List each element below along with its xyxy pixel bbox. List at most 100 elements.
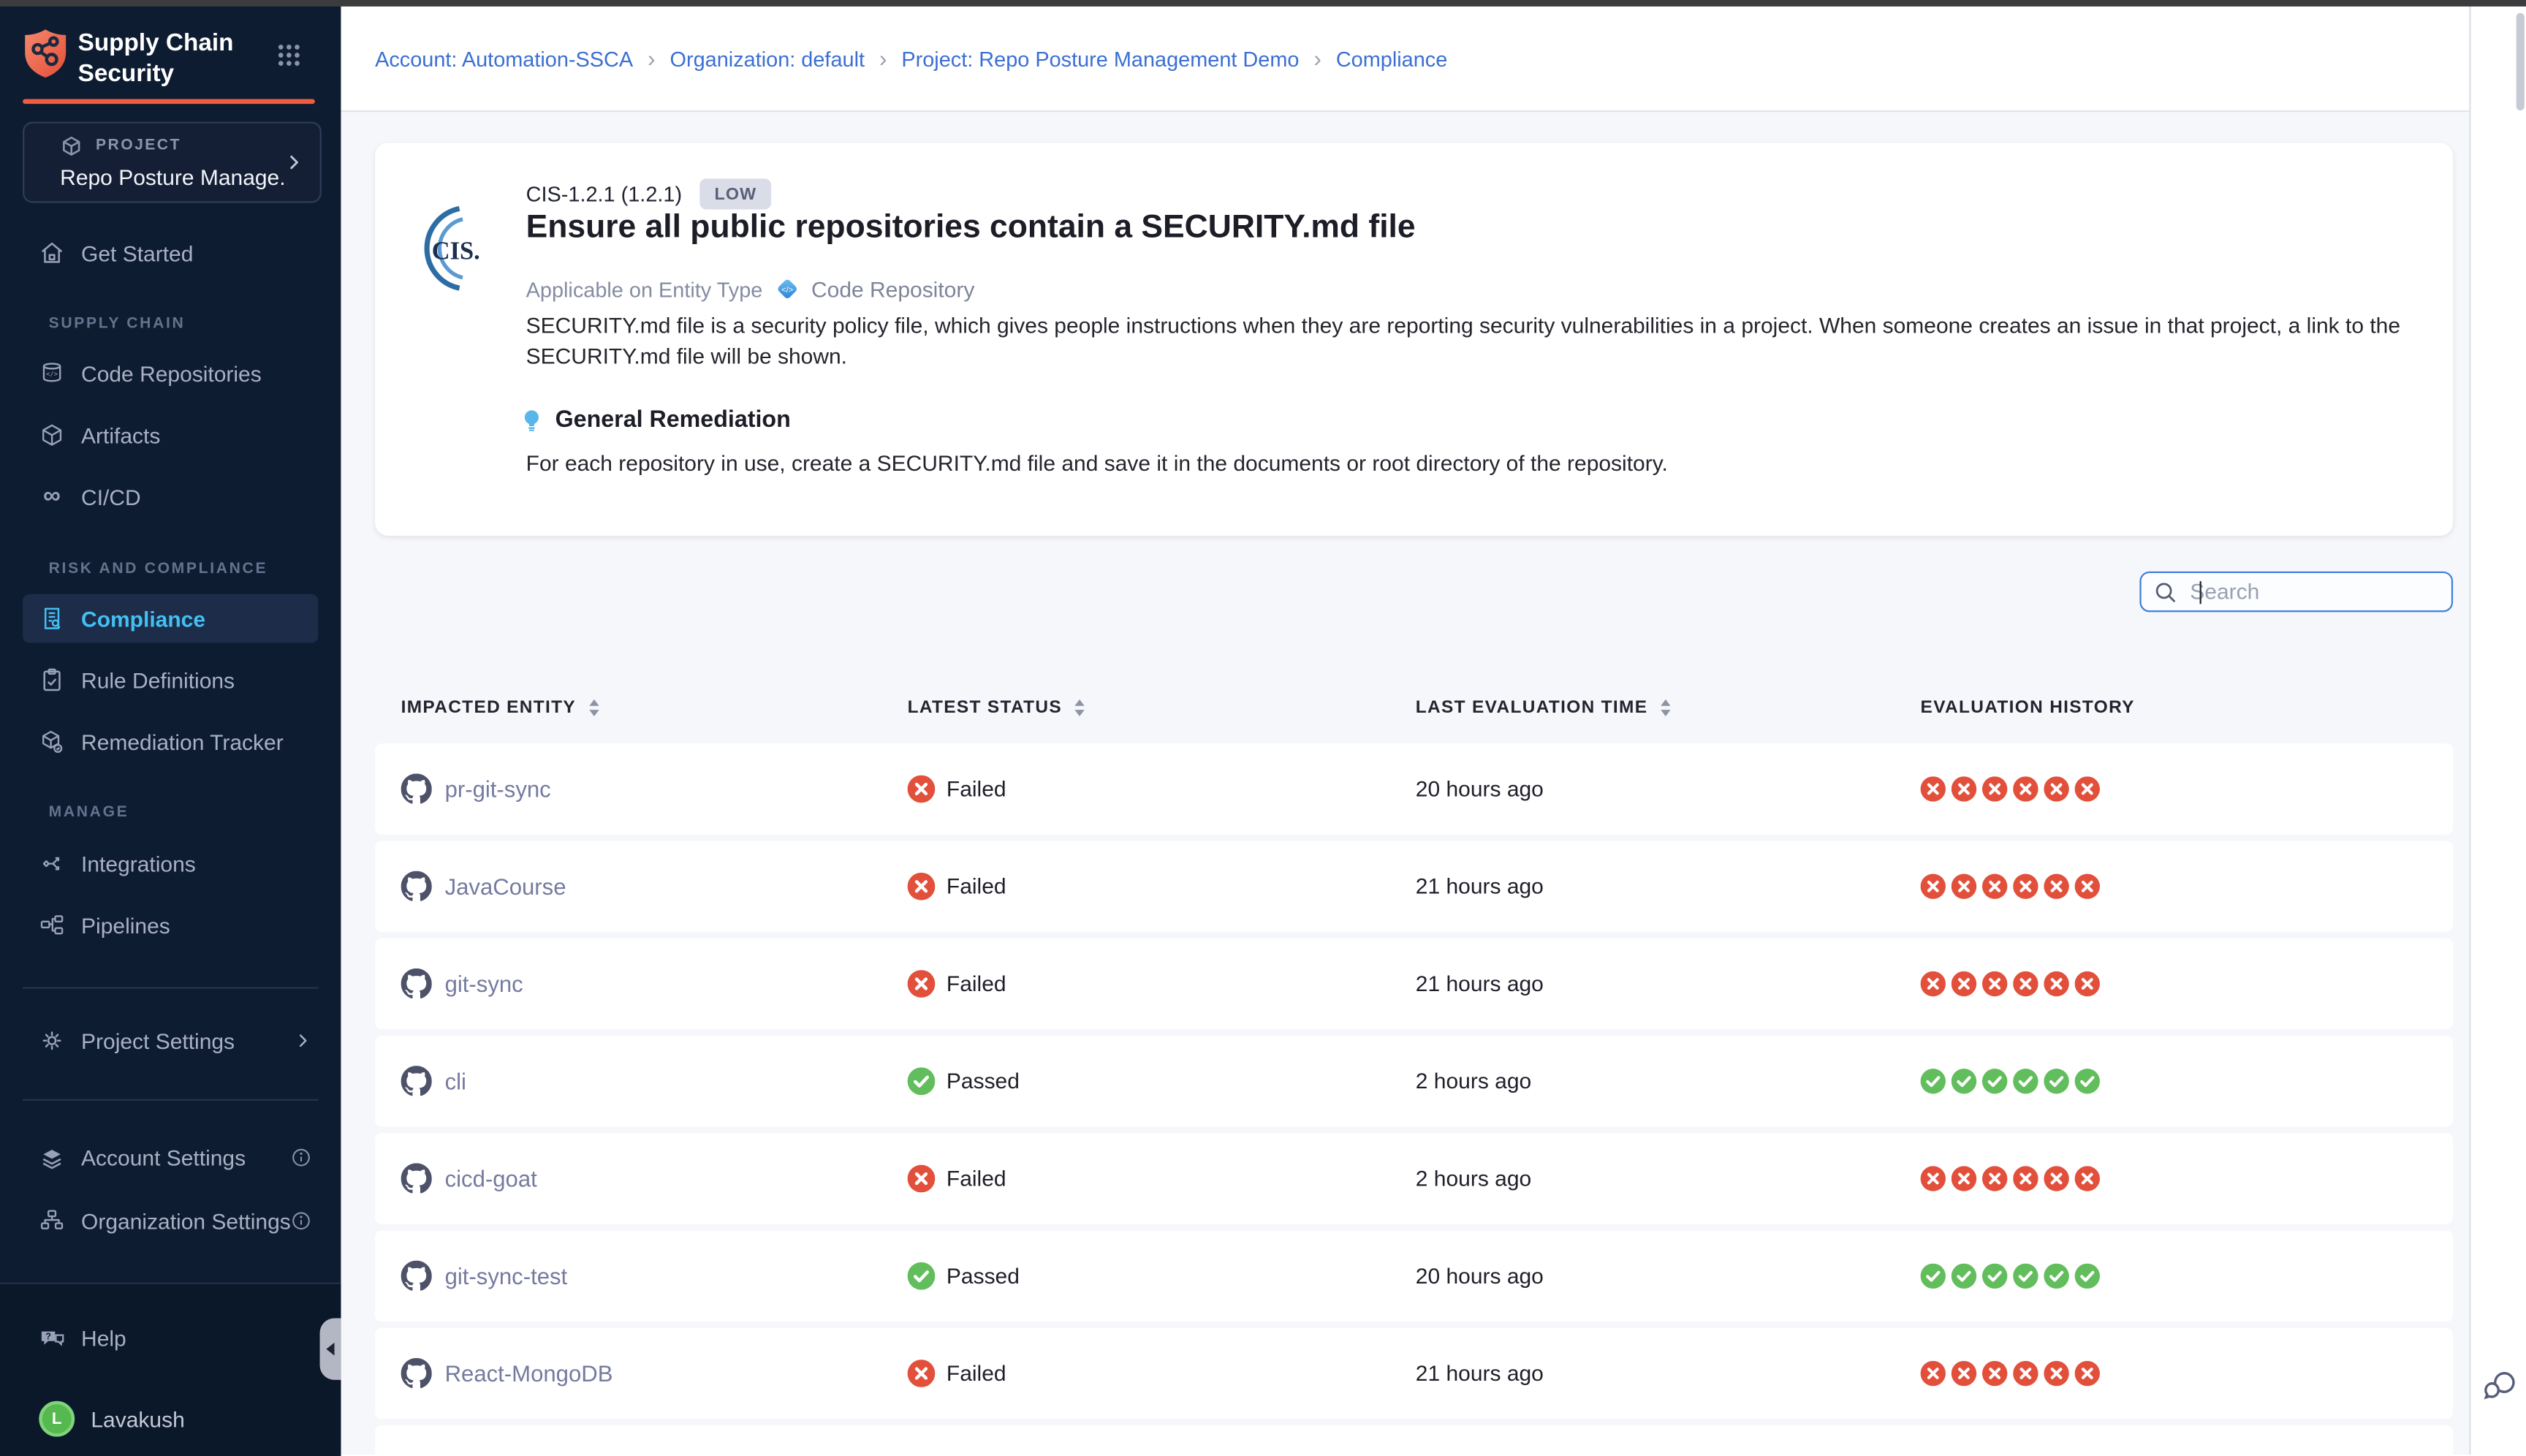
history-passed-icon <box>1952 1264 1976 1289</box>
project-selector[interactable]: PROJECT Repo Posture Manage... <box>23 122 322 203</box>
user-avatar: L <box>39 1401 75 1437</box>
github-icon <box>401 871 432 902</box>
sidebar-item-cicd[interactable]: ∞ CI/CD <box>0 472 341 521</box>
github-icon <box>401 1261 432 1292</box>
history-failed-icon <box>2013 776 2038 801</box>
sidebar-item-integrations[interactable]: Integrations <box>0 839 341 888</box>
sidebar-item-organization-settings[interactable]: Organization Settings <box>0 1197 341 1245</box>
sidebar-item-artifacts[interactable]: Artifacts <box>0 411 341 460</box>
breadcrumb-separator: › <box>879 45 887 72</box>
history-failed-icon <box>1982 1166 2007 1191</box>
sidebar-item-get-started[interactable]: Get Started <box>0 229 341 278</box>
history-passed-icon <box>2013 1069 2038 1093</box>
sidebar-footer: ? Help L Lavakush <box>0 1283 341 1456</box>
breadcrumb-compliance-link[interactable]: Compliance <box>1336 46 1447 70</box>
entity-link[interactable]: cli <box>445 1068 466 1094</box>
rule-detail-card: CIS. CIS-1.2.1 (1.2.1) LOW Ensure all pu… <box>375 143 2453 536</box>
sidebar-item-remediation-tracker[interactable]: Remediation Tracker <box>0 718 341 767</box>
entity-link[interactable]: cicd-goat <box>445 1166 537 1192</box>
history-failed-icon <box>2075 874 2100 899</box>
sidebar-item-code-repositories[interactable]: </> Code Repositories <box>0 349 341 398</box>
evaluation-time: 20 hours ago <box>1416 1264 1544 1288</box>
sidebar-section-risk-and-compliance: RISK AND COMPLIANCE <box>49 560 268 577</box>
table-row[interactable]: git-sync-test Passed 20 hours ago <box>375 1231 2453 1322</box>
breadcrumb-organization-link[interactable]: Organization: default <box>670 46 865 70</box>
sidebar-item-pipelines[interactable]: Pipelines <box>0 901 341 950</box>
sidebar: Supply ChainSecurity PROJECT Repo Postur… <box>0 0 341 1455</box>
artifacts-cube-icon <box>39 422 65 448</box>
code-repository-icon: </> <box>39 360 65 387</box>
entity-type-diamond-icon: </> <box>774 276 800 303</box>
app-logo-shield-icon <box>23 28 68 80</box>
table-row[interactable]: git-sync Failed 21 hours ago <box>375 939 2453 1029</box>
breadcrumb-project-link[interactable]: Project: Repo Posture Management Demo <box>901 46 1299 70</box>
table-row[interactable]: JavaCourse Failed 21 hours ago <box>375 841 2453 932</box>
evaluation-history <box>1921 1166 2100 1191</box>
github-icon <box>401 773 432 804</box>
search-box <box>2139 572 2453 613</box>
evaluation-history <box>1921 1361 2100 1386</box>
info-icon[interactable] <box>291 1210 312 1232</box>
info-icon[interactable] <box>291 1147 312 1168</box>
table-row[interactable]: pr-git-sync Failed 20 hours ago <box>375 743 2453 834</box>
sidebar-collapse-handle[interactable] <box>320 1319 341 1380</box>
sort-button[interactable] <box>588 698 601 718</box>
history-failed-icon <box>1982 1361 2007 1386</box>
history-failed-icon <box>1982 776 2007 801</box>
gear-icon <box>39 1028 65 1054</box>
sidebar-item-label: Rule Definitions <box>81 668 235 692</box>
screen: Supply ChainSecurity PROJECT Repo Postur… <box>0 0 2526 1455</box>
github-icon <box>401 1358 432 1389</box>
search-input[interactable] <box>2187 578 2421 606</box>
sidebar-item-compliance[interactable]: Compliance <box>23 594 318 643</box>
evaluation-time: 2 hours ago <box>1416 1167 1531 1191</box>
sort-arrows-icon <box>1074 698 1087 718</box>
entity-link[interactable]: git-sync <box>445 971 523 997</box>
sort-button[interactable] <box>1659 698 1672 718</box>
breadcrumb-account-link[interactable]: Account: Automation-SSCA <box>375 46 633 70</box>
github-icon <box>401 1163 432 1194</box>
evaluation-history <box>1921 874 2100 899</box>
integrations-icon <box>39 851 65 877</box>
history-failed-icon <box>1921 1166 1946 1191</box>
user-menu[interactable]: L Lavakush <box>0 1395 341 1444</box>
evaluation-history <box>1921 971 2100 996</box>
history-passed-icon <box>1952 1069 1976 1093</box>
rule-id: CIS-1.2.1 (1.2.1) <box>526 182 682 206</box>
app-grid-icon[interactable] <box>276 42 303 69</box>
entity-link[interactable]: pr-git-sync <box>445 776 551 803</box>
sort-button[interactable] <box>1074 698 1087 718</box>
status-passed-icon <box>908 1262 936 1290</box>
svg-text:</>: </> <box>46 371 58 379</box>
entity-link[interactable]: git-sync-test <box>445 1263 568 1289</box>
remediation-title: General Remediation <box>555 407 791 433</box>
project-cube-icon <box>60 134 83 157</box>
history-failed-icon <box>1952 776 1976 801</box>
lightbulb-icon <box>521 407 542 433</box>
scrollbar-thumb[interactable] <box>2516 13 2524 110</box>
history-failed-icon <box>2044 971 2068 996</box>
breadcrumb-bar: Account: Automation-SSCA › Organization:… <box>341 7 2469 112</box>
rule-title: Ensure all public repositories contain a… <box>526 210 1416 247</box>
table-row[interactable]: cli Passed 2 hours ago <box>375 1036 2453 1126</box>
status-label: Passed <box>947 1264 1020 1288</box>
history-failed-icon <box>2013 874 2038 899</box>
history-failed-icon <box>2044 1361 2068 1386</box>
table-row[interactable]: cicd-goat Failed 2 hours ago <box>375 1133 2453 1224</box>
sidebar-item-rule-definitions[interactable]: Rule Definitions <box>0 656 341 705</box>
column-header-evaluation-history: EVALUATION HISTORY <box>1921 698 2135 718</box>
entity-link[interactable]: React-MongoDB <box>445 1360 613 1387</box>
history-failed-icon <box>1921 971 1946 996</box>
chat-support-icon[interactable] <box>2482 1368 2516 1403</box>
table-row[interactable] <box>375 1425 2453 1455</box>
entity-link[interactable]: JavaCourse <box>445 873 566 900</box>
evaluation-time: 2 hours ago <box>1416 1069 1531 1093</box>
sidebar-item-project-settings[interactable]: Project Settings <box>0 1016 341 1065</box>
search-icon <box>2154 580 2177 603</box>
sidebar-item-label: Account Settings <box>81 1145 246 1169</box>
history-passed-icon <box>2044 1069 2068 1093</box>
table-row[interactable]: React-MongoDB Failed 21 hours ago <box>375 1328 2453 1419</box>
sidebar-item-account-settings[interactable]: Account Settings <box>0 1133 341 1182</box>
help-button[interactable]: ? Help <box>0 1313 341 1362</box>
sidebar-item-label: Integrations <box>81 852 196 876</box>
